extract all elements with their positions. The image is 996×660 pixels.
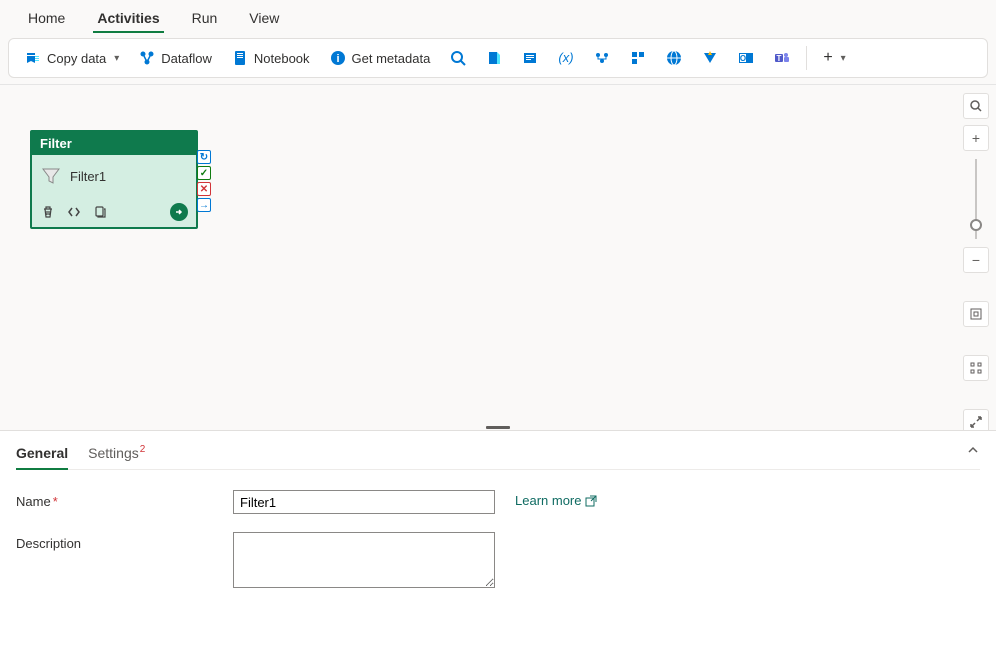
zoom-thumb[interactable] <box>970 219 982 231</box>
dataflow-label: Dataflow <box>161 51 212 66</box>
top-tabs: Home Activities Run View <box>0 0 996 32</box>
outlook-button[interactable]: O <box>730 42 762 74</box>
on-fail-handle[interactable]: ✕ <box>197 182 211 196</box>
tab-settings[interactable]: Settings2 <box>88 439 144 469</box>
tab-activities[interactable]: Activities <box>81 4 175 32</box>
zoom-slider[interactable] <box>975 159 977 239</box>
filter-icon <box>40 165 62 187</box>
copy-icon[interactable] <box>92 204 108 220</box>
teams-button[interactable]: T <box>766 42 798 74</box>
chevron-down-icon: ▾ <box>114 53 119 64</box>
tab-home[interactable]: Home <box>12 4 81 32</box>
dependency-handles: ↻ ✓ ✕ → <box>197 150 211 212</box>
info-icon: i <box>330 50 346 66</box>
dataflow-button[interactable]: Dataflow <box>131 46 220 70</box>
web-button[interactable] <box>658 42 690 74</box>
name-input[interactable] <box>233 490 495 514</box>
functions-button[interactable] <box>694 42 726 74</box>
description-label: Description <box>16 532 221 551</box>
copy-data-button[interactable]: Copy data ▾ <box>17 46 127 70</box>
on-completion-handle[interactable]: ↻ <box>197 150 211 164</box>
name-label: Name* <box>16 490 221 509</box>
fit-to-screen-button[interactable] <box>963 301 989 327</box>
auto-align-button[interactable] <box>963 355 989 381</box>
add-activity-button[interactable]: + ▾ <box>815 45 853 71</box>
zoom-out-button[interactable]: − <box>963 247 989 273</box>
run-icon[interactable] <box>170 203 188 221</box>
machine-learning-button[interactable] <box>586 42 618 74</box>
activity-node-filter[interactable]: Filter Filter1 ↻ ✓ ✕ → <box>30 130 198 229</box>
copy-data-label: Copy data <box>47 51 106 66</box>
script-button[interactable] <box>478 42 510 74</box>
stored-procedure-button[interactable] <box>514 42 546 74</box>
tab-general[interactable]: General <box>16 439 68 469</box>
canvas-controls: + − <box>962 93 990 435</box>
get-metadata-button[interactable]: i Get metadata <box>322 46 439 70</box>
dataflow-icon <box>139 50 155 66</box>
on-success-handle[interactable]: ✓ <box>197 166 211 180</box>
external-link-icon <box>585 495 597 507</box>
variable-button[interactable]: (x) <box>550 42 582 74</box>
tab-run[interactable]: Run <box>176 4 234 32</box>
activity-name: Filter1 <box>70 169 106 184</box>
svg-text:T: T <box>777 54 782 63</box>
notebook-icon <box>232 50 248 66</box>
lookup-button[interactable] <box>442 42 474 74</box>
copy-data-icon <box>25 50 41 66</box>
settings-badge: 2 <box>140 444 146 455</box>
get-metadata-label: Get metadata <box>352 51 431 66</box>
learn-more-link[interactable]: Learn more <box>515 490 597 508</box>
notebook-label: Notebook <box>254 51 310 66</box>
tab-view[interactable]: View <box>233 4 295 32</box>
pipeline-canvas[interactable]: Filter Filter1 ↻ ✓ ✕ → <box>0 84 996 424</box>
chevron-down-icon: ▾ <box>841 53 846 64</box>
panel-tabs: General Settings2 <box>16 439 980 470</box>
svg-text:i: i <box>336 53 339 65</box>
kql-button[interactable] <box>622 42 654 74</box>
search-canvas-button[interactable] <box>963 93 989 119</box>
activity-type-label: Filter <box>32 132 196 155</box>
collapse-panel-button[interactable] <box>966 443 980 460</box>
properties-panel: General Settings2 Name* Learn more Descr… <box>0 430 996 660</box>
delete-icon[interactable] <box>40 204 56 220</box>
svg-text:(x): (x) <box>559 50 574 65</box>
notebook-button[interactable]: Notebook <box>224 46 318 70</box>
activities-toolbar: Copy data ▾ Dataflow Notebook i Get meta… <box>8 38 988 78</box>
on-skip-handle[interactable]: → <box>197 198 211 212</box>
code-icon[interactable] <box>66 204 82 220</box>
zoom-in-button[interactable]: + <box>963 125 989 151</box>
description-textarea[interactable] <box>233 532 495 588</box>
plus-icon: + <box>823 49 832 67</box>
svg-text:O: O <box>740 54 746 63</box>
